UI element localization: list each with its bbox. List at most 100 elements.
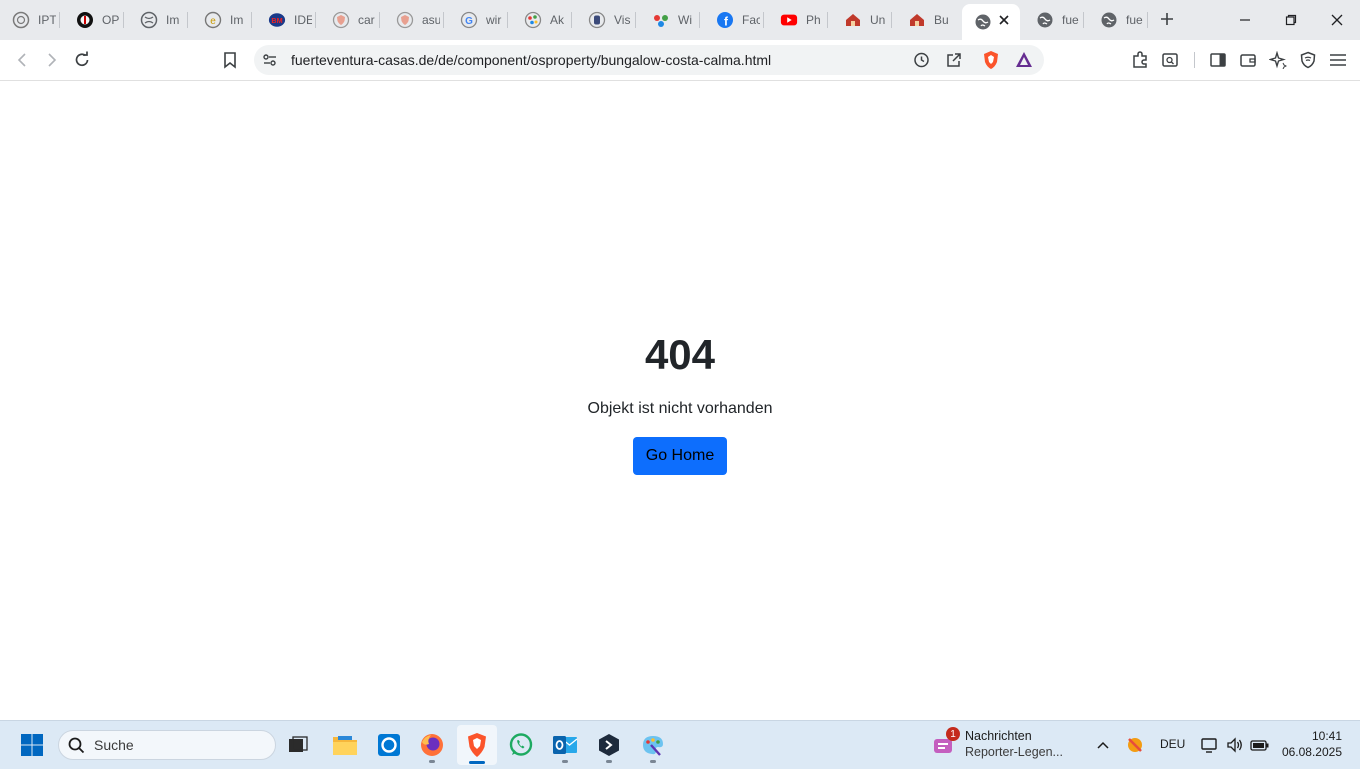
dots-circle-icon (524, 11, 542, 29)
plus-icon (1161, 13, 1173, 25)
start-button[interactable] (16, 729, 48, 761)
tab-label: Im (230, 13, 244, 27)
bm-icon: BM (268, 11, 286, 29)
whatsapp-icon[interactable] (505, 729, 537, 761)
tab-label: Ak (550, 13, 565, 27)
tab-label: car (358, 13, 375, 27)
tab-18[interactable]: fue (1088, 4, 1148, 36)
share-icon[interactable] (945, 51, 963, 74)
restore-icon (1285, 14, 1297, 26)
wallet-icon (1240, 54, 1256, 67)
globe-icon (1100, 11, 1118, 29)
tab-active[interactable] (962, 4, 1020, 40)
menu-button[interactable] (1326, 48, 1350, 72)
tab-label: Ph (806, 13, 821, 27)
globe-outline-icon (12, 11, 30, 29)
address-bar[interactable]: fuerteventura-casas.de/de/component/ospr… (254, 45, 1044, 75)
tab-1[interactable]: IPT (0, 4, 60, 36)
outlook-icon[interactable] (549, 729, 581, 763)
house-icon (908, 11, 926, 29)
house-icon (844, 11, 862, 29)
toolbar-divider (1194, 52, 1195, 68)
close-tab-icon[interactable] (996, 12, 1012, 28)
arrow-left-icon (17, 53, 26, 67)
restore-button[interactable] (1276, 6, 1306, 34)
tab-label: OP (102, 13, 120, 27)
tab-label: Im (166, 13, 180, 27)
volume-icon[interactable] (1225, 735, 1245, 755)
extensions-button[interactable] (1128, 48, 1152, 72)
history-icon[interactable] (912, 51, 930, 74)
wallet-button[interactable] (1236, 48, 1260, 72)
tri-dot-icon (652, 11, 670, 29)
tab-label: Vis (614, 13, 631, 27)
tab-6[interactable]: car (320, 4, 380, 36)
tab-10[interactable]: Vis (576, 4, 636, 36)
tab-label: Wi (678, 13, 692, 27)
tab-7[interactable]: asu (384, 4, 444, 36)
brave-shields-icon[interactable] (981, 50, 1001, 75)
arrow-right-icon (48, 53, 57, 67)
back-button[interactable] (10, 48, 34, 72)
hamburger-menu-icon (1330, 54, 1346, 66)
bookmark-button[interactable] (218, 48, 242, 72)
svg-text:e: e (210, 16, 216, 27)
go-home-button[interactable]: Go Home (633, 437, 727, 475)
leo-ai-button[interactable] (1266, 48, 1290, 72)
page-content: 404 Objekt ist nicht vorhanden Go Home (0, 81, 1360, 720)
paint-icon[interactable] (637, 729, 669, 763)
globe-icon (140, 11, 158, 29)
tab-3[interactable]: Im (128, 4, 188, 36)
tab-2[interactable]: OP (64, 4, 124, 36)
tab-5[interactable]: BM IDE (256, 4, 316, 36)
sidebar-button[interactable] (1206, 48, 1230, 72)
show-hidden-icons-button[interactable] (1094, 735, 1112, 755)
tab-12[interactable]: f Fac (704, 4, 764, 36)
tab-label: IDE (294, 13, 312, 27)
vpn-button[interactable] (1296, 48, 1320, 72)
tab-label: wir (486, 13, 502, 27)
language-indicator[interactable]: DEU (1160, 737, 1185, 751)
tab-17[interactable]: fue (1024, 4, 1084, 36)
tab-8[interactable]: G wir (448, 4, 508, 36)
minimize-button[interactable] (1230, 6, 1260, 34)
news-subtitle: Reporter-Legen... (965, 745, 1063, 759)
sidebar-icon (1210, 53, 1226, 67)
tab-11[interactable]: Wi (640, 4, 700, 36)
taskbar-search[interactable]: Suche (58, 730, 276, 760)
tab-9[interactable]: Ak (512, 4, 572, 36)
file-explorer-icon[interactable] (329, 729, 361, 761)
tray-app-icon[interactable] (1124, 735, 1146, 755)
news-badge: 1 (946, 727, 960, 741)
badge-icon (76, 11, 94, 29)
clock-date[interactable]: 06.08.2025 (1280, 745, 1342, 759)
task-view-icon[interactable] (282, 729, 314, 761)
news-title: Nachrichten (965, 729, 1032, 743)
brave-icon[interactable] (457, 725, 497, 765)
firefox-icon[interactable] (416, 729, 448, 763)
cortana-icon[interactable] (373, 729, 405, 761)
url-text[interactable]: fuerteventura-casas.de/de/component/ospr… (291, 52, 771, 68)
forward-button[interactable] (40, 48, 64, 72)
tab-label: fue (1126, 13, 1143, 27)
reload-button[interactable] (70, 48, 94, 72)
battery-icon[interactable] (1249, 735, 1271, 755)
error-message: Objekt ist nicht vorhanden (587, 400, 773, 417)
vpn-shield-icon (1300, 51, 1316, 69)
new-tab-button[interactable] (1156, 8, 1178, 30)
network-icon[interactable] (1200, 735, 1220, 755)
news-widget[interactable]: 1 Nachrichten Reporter-Legen... (932, 726, 1082, 764)
site-settings-icon[interactable] (262, 52, 278, 73)
search-tab-button[interactable] (1158, 48, 1182, 72)
clock-time[interactable]: 10:41 (1300, 729, 1342, 743)
close-window-button[interactable] (1322, 6, 1352, 34)
svg-text:BM: BM (271, 16, 282, 25)
tab-14[interactable]: Un (832, 4, 892, 36)
app-icon[interactable] (593, 729, 625, 763)
error-code: 404 (644, 331, 716, 378)
tab-13[interactable]: Ph (768, 4, 828, 36)
tab-15[interactable]: Bu (896, 4, 956, 36)
brave-rewards-icon[interactable] (1014, 50, 1034, 75)
tab-4[interactable]: e Im (192, 4, 252, 36)
search-box-icon (1162, 53, 1178, 67)
